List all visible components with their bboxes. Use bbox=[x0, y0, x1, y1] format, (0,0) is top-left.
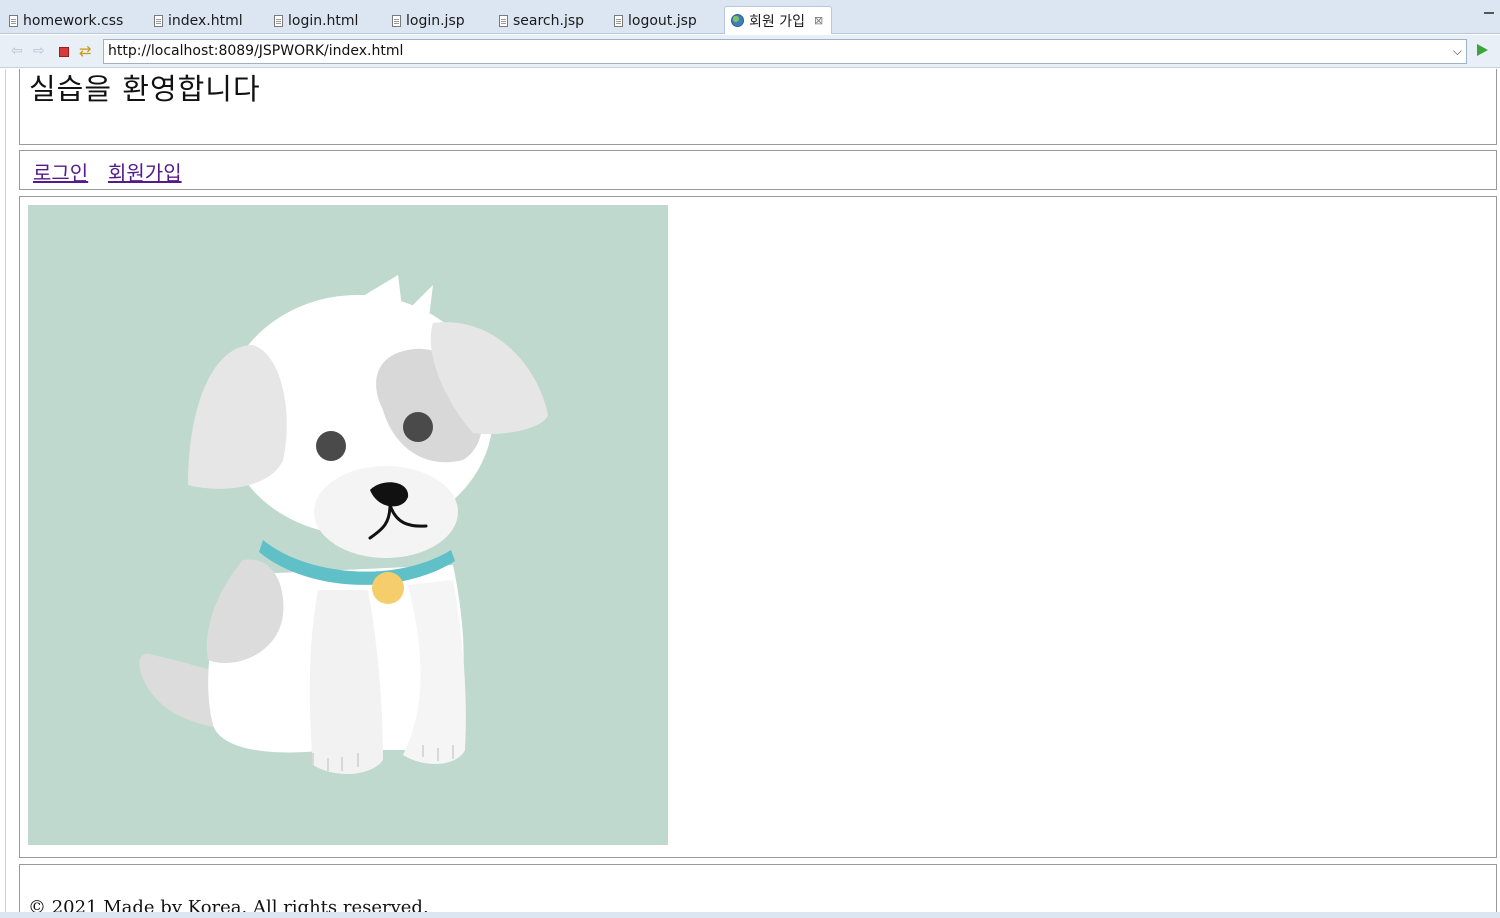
close-icon[interactable]: ⊠ bbox=[814, 14, 823, 27]
tab-label: logout.jsp bbox=[628, 13, 697, 29]
tab-label: homework.css bbox=[23, 13, 124, 29]
globe-icon bbox=[731, 14, 744, 27]
tab-logout-jsp[interactable]: logout.jsp bbox=[614, 8, 697, 34]
tab-label: login.jsp bbox=[406, 13, 465, 29]
tab-label: search.jsp bbox=[513, 13, 585, 29]
url-text: http://localhost:8089/JSPWORK/index.html bbox=[108, 43, 404, 59]
tab-label: login.html bbox=[288, 13, 359, 29]
editor-tab-bar: homework.css index.html login.html login… bbox=[0, 0, 1500, 34]
puppy-illustration bbox=[139, 275, 548, 775]
refresh-icon[interactable]: ⇄ bbox=[79, 42, 92, 60]
url-input[interactable]: http://localhost:8089/JSPWORK/index.html… bbox=[103, 39, 1467, 64]
tab-login-jsp[interactable]: login.jsp bbox=[392, 8, 465, 34]
forward-arrow-icon[interactable]: ⇨ bbox=[33, 44, 45, 58]
file-icon bbox=[9, 15, 18, 27]
tab-homework-css[interactable]: homework.css bbox=[9, 8, 123, 34]
window-bottom-border bbox=[0, 912, 1500, 918]
tab-index-html[interactable]: index.html bbox=[154, 8, 243, 34]
page-nav: 로그인 회원가입 bbox=[19, 150, 1497, 190]
chevron-down-icon[interactable]: ⌵ bbox=[1453, 43, 1462, 60]
page-title: 실습을 환영합니다 bbox=[29, 72, 261, 106]
signup-link[interactable]: 회원가입 bbox=[108, 157, 182, 186]
file-icon bbox=[499, 15, 508, 27]
file-icon bbox=[274, 15, 283, 27]
minimize-icon[interactable] bbox=[1484, 12, 1494, 14]
page-footer: © 2021 Made by Korea. All rights reserve… bbox=[19, 864, 1497, 912]
copyright-text: © 2021 Made by Korea. All rights reserve… bbox=[28, 897, 429, 912]
page-header: 실습을 환영합니다 bbox=[19, 69, 1497, 145]
tab-label: index.html bbox=[168, 13, 243, 29]
stop-icon[interactable] bbox=[59, 47, 69, 57]
tab-login-html[interactable]: login.html bbox=[274, 8, 358, 34]
back-arrow-icon[interactable]: ⇦ bbox=[11, 44, 23, 58]
login-link[interactable]: 로그인 bbox=[33, 157, 88, 186]
page-content bbox=[19, 196, 1497, 858]
tab-label: 회원 가입 bbox=[749, 13, 805, 30]
tab-search-jsp[interactable]: search.jsp bbox=[499, 8, 584, 34]
puppy-image bbox=[28, 205, 668, 845]
browser-toolbar: ⇦ ⇨ ⇄ http://localhost:8089/JSPWORK/inde… bbox=[0, 35, 1500, 68]
go-icon[interactable] bbox=[1477, 44, 1488, 56]
browser-viewport: 실습을 환영합니다 로그인 회원가입 © 2021 Made by Korea.… bbox=[5, 69, 1500, 912]
file-icon bbox=[392, 15, 401, 27]
file-icon bbox=[154, 15, 163, 27]
tab-signup-browser[interactable]: 회원 가입 ⊠ bbox=[724, 6, 833, 34]
file-icon bbox=[614, 15, 623, 27]
